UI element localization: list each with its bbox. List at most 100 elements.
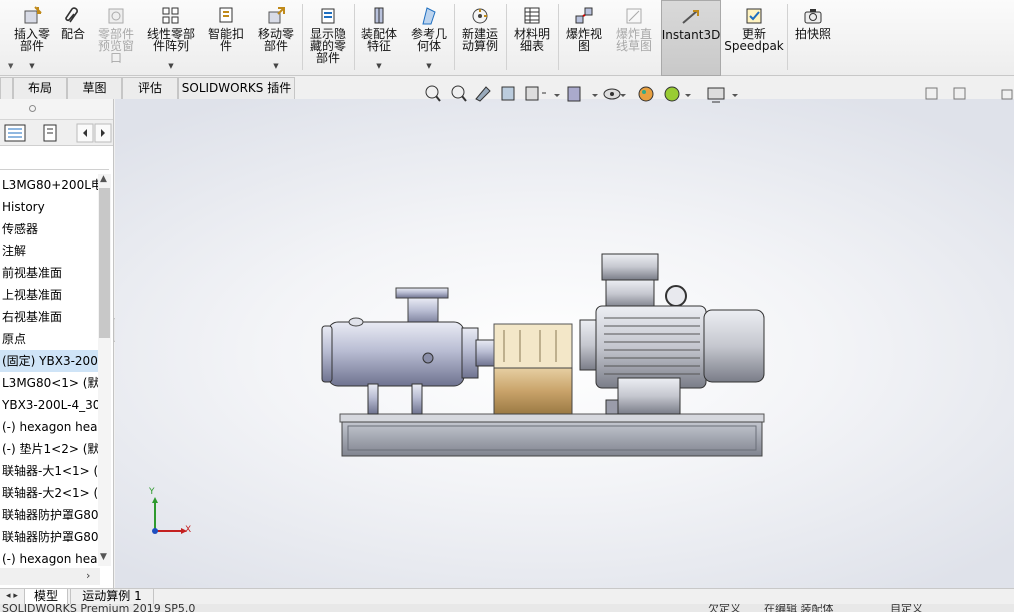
part-preview-button[interactable]: 零部件 预览窗 口: [94, 0, 138, 76]
tree-item[interactable]: (固定) YBX3-200L: [0, 350, 100, 372]
linear-pattern-icon: [161, 6, 181, 26]
tree-item[interactable]: 联轴器-大1<1> (默: [0, 460, 100, 482]
tree-item[interactable]: YBX3-200L-4_30k: [0, 394, 100, 416]
scroll-left-icon[interactable]: [76, 122, 94, 144]
tree-item[interactable]: 右视基准面: [0, 306, 100, 328]
restore-right-icon[interactable]: [953, 87, 966, 100]
graphics-area[interactable]: Y X: [115, 99, 1014, 588]
reference-geometry-button[interactable]: 参考几 何体 ▼: [406, 0, 452, 76]
chevron-down-icon[interactable]: ▼: [29, 62, 34, 70]
tree-item[interactable]: L3MG80+200L电机装: [0, 174, 100, 196]
tree-item[interactable]: (-) hexagon head: [0, 416, 100, 438]
apply-scene-icon[interactable]: [664, 86, 680, 102]
tree-item[interactable]: 联轴器防护罩G80: [0, 526, 100, 548]
tree-item[interactable]: (-) hexagon head: [0, 548, 100, 570]
panel-pin-icon[interactable]: [29, 105, 36, 112]
ribbon-divider: [506, 4, 507, 70]
edit-appearance-icon[interactable]: [638, 86, 654, 102]
tab-evaluate[interactable]: 评估: [122, 77, 178, 99]
tab-nav-icon[interactable]: ◂ ▸: [6, 591, 18, 601]
update-speedpak-button[interactable]: 更新 Speedpak: [724, 0, 784, 76]
tab-model[interactable]: 模型: [24, 589, 68, 605]
chevron-down-icon[interactable]: ▼: [426, 62, 431, 70]
scroll-right-icon[interactable]: [94, 122, 112, 144]
insert-part-icon: [22, 6, 42, 26]
tree-item[interactable]: 联轴器防护罩G80: [0, 504, 100, 526]
motion-study-icon: [470, 6, 490, 26]
tree-item[interactable]: 联轴器-大2<1> (默: [0, 482, 100, 504]
tree-item[interactable]: 传感器: [0, 218, 100, 240]
tab-collapsed[interactable]: [0, 77, 13, 99]
tree-item[interactable]: 上视基准面: [0, 284, 100, 306]
assembly-features-button[interactable]: 装配体 特征 ▼: [356, 0, 402, 76]
tab-solidworks-addins[interactable]: SOLIDWORKS 插件: [178, 77, 295, 99]
chevron-down-icon[interactable]: ▼: [376, 62, 381, 70]
tab-motion-study-1[interactable]: 运动算例 1: [70, 589, 154, 605]
tree-filter-field[interactable]: [0, 146, 109, 170]
tree-item[interactable]: History: [0, 196, 100, 218]
exploded-view-icon: [574, 6, 594, 26]
status-product: SOLIDWORKS Premium 2019 SP5.0: [2, 604, 196, 612]
insert-part-button[interactable]: 插入零 部件 ▼: [8, 0, 56, 76]
zoom-to-area-icon[interactable]: [451, 85, 467, 102]
exploded-view-button[interactable]: 爆炸视 图: [560, 0, 608, 76]
status-bar: SOLIDWORKS Premium 2019 SP5.0 欠定义 在编辑 装配…: [0, 604, 1014, 612]
tab-sketch[interactable]: 草图: [67, 77, 122, 99]
new-motion-study-button[interactable]: 新建运 动算例: [456, 0, 504, 76]
mate-button[interactable]: 配合: [58, 0, 88, 76]
linear-pattern-button[interactable]: 线性零部 件阵列 ▼: [142, 0, 200, 76]
restore-left-icon[interactable]: [925, 87, 938, 100]
move-component-button[interactable]: 移动零 部件 ▼: [254, 0, 298, 76]
bill-of-materials-button[interactable]: 材料明 细表: [508, 0, 556, 76]
scroll-down-icon[interactable]: ▼: [100, 552, 107, 562]
show-hidden-components-button[interactable]: 显示隐 藏的零 部件: [304, 0, 352, 76]
chevron-down-icon[interactable]: ▼: [168, 62, 173, 70]
zoom-to-fit-icon[interactable]: [425, 85, 441, 102]
instant3d-button[interactable]: Instant3D: [661, 0, 721, 76]
ribbon-divider: [787, 4, 788, 70]
ribbon-divider: [354, 4, 355, 70]
tree-vertical-scrollbar[interactable]: ▲ ▼: [98, 174, 111, 566]
section-view-icon[interactable]: [501, 86, 515, 101]
scroll-right-arrow-icon[interactable]: ›: [86, 569, 90, 582]
feature-manager-tab-icon[interactable]: [2, 122, 28, 144]
tab-layout[interactable]: 布局: [13, 77, 67, 99]
maximize-icon[interactable]: [1001, 89, 1013, 100]
show-hidden-icon: [318, 6, 338, 26]
move-component-icon: [266, 6, 286, 26]
display-style-icon[interactable]: [567, 86, 581, 102]
tree-item[interactable]: L3MG80<1> (默认: [0, 372, 100, 394]
previous-view-icon[interactable]: [475, 86, 491, 102]
panel-tab-strip: [0, 120, 113, 146]
scrollbar-thumb[interactable]: [99, 188, 110, 338]
coupling-guard[interactable]: [493, 323, 573, 415]
snapshot-button[interactable]: 拍快照: [789, 0, 837, 76]
bom-table-icon: [522, 6, 542, 26]
explode-line-sketch-button[interactable]: 爆炸直 线草图: [610, 0, 658, 76]
command-manager-ribbon: 插入零 部件 ▼ 配合 零部件 预览窗 口 线性零部 件阵列 ▼ 智能扣 件 移…: [0, 0, 1014, 76]
chevron-down-icon[interactable]: ▼: [273, 62, 278, 70]
preview-window-icon: [106, 6, 126, 26]
tree-item[interactable]: 前视基准面: [0, 262, 100, 284]
x-axis-label: X: [185, 525, 192, 535]
screw-pump[interactable]: [321, 287, 495, 415]
ribbon-divider: [302, 4, 303, 70]
hide-show-items-icon[interactable]: [603, 88, 621, 100]
smart-fastener-icon: [216, 6, 236, 26]
tree-item[interactable]: 注解: [0, 240, 100, 262]
scroll-up-icon[interactable]: ▲: [100, 174, 107, 184]
chevron-down-icon[interactable]: ▼: [8, 62, 13, 70]
speedpak-icon: [744, 6, 764, 26]
tree-horizontal-scrollbar[interactable]: ›: [0, 568, 100, 585]
view-orientation-icon[interactable]: [525, 86, 546, 101]
base-frame[interactable]: [339, 413, 765, 457]
tree-item[interactable]: 原点: [0, 328, 100, 350]
instant3d-icon: [681, 7, 701, 27]
property-manager-tab-icon[interactable]: [38, 122, 64, 144]
view-settings-icon[interactable]: [707, 87, 725, 103]
tree-item[interactable]: (-) 垫片1<2> (默认: [0, 438, 100, 460]
coordinate-triad: Y X: [145, 487, 205, 539]
electric-motor[interactable]: [579, 253, 765, 415]
ribbon-divider: [558, 4, 559, 70]
smart-fasteners-button[interactable]: 智能扣 件: [204, 0, 248, 76]
